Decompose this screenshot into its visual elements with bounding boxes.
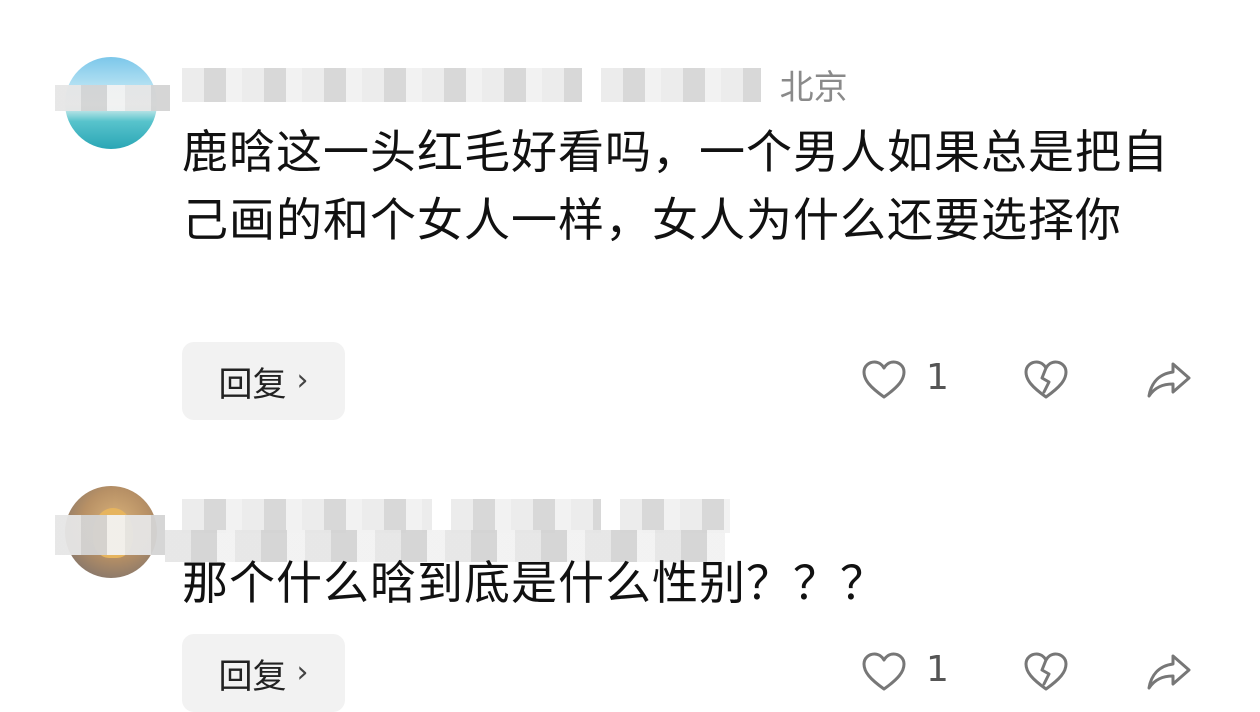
blurred-overlay	[55, 515, 165, 555]
comment-meta	[182, 494, 738, 534]
reply-label: 回复	[218, 656, 287, 697]
share-arrow-icon[interactable]	[1145, 648, 1193, 696]
comment-text: 那个什么晗到底是什么性别？？？	[182, 556, 887, 610]
broken-heart-icon[interactable]	[1022, 648, 1070, 696]
broken-heart-icon[interactable]	[1022, 356, 1070, 404]
heart-outline-icon[interactable]	[860, 356, 908, 404]
reply-button[interactable]: 回复 ›	[182, 634, 345, 712]
chevron-right-icon: ›	[296, 362, 309, 398]
blurred-username	[182, 498, 432, 533]
blurred-location	[619, 498, 730, 533]
comment-text: 鹿晗这一头红毛好看吗，一个男人如果总是把自己画的和个女人一样，女人为什么还要选择…	[182, 125, 1169, 247]
blurred-overlay	[55, 85, 170, 111]
comment-meta: 北京	[182, 60, 848, 109]
like-count: 1	[926, 649, 949, 690]
blurred-time	[450, 498, 601, 533]
blurred-username	[182, 67, 582, 102]
heart-outline-icon[interactable]	[860, 648, 908, 696]
blurred-time	[600, 67, 761, 102]
reply-label: 回复	[218, 364, 287, 405]
reply-button[interactable]: 回复 ›	[182, 342, 345, 420]
chevron-right-icon: ›	[296, 654, 309, 690]
comment-location: 北京	[779, 68, 848, 108]
share-arrow-icon[interactable]	[1145, 356, 1193, 404]
like-count: 1	[926, 357, 949, 398]
